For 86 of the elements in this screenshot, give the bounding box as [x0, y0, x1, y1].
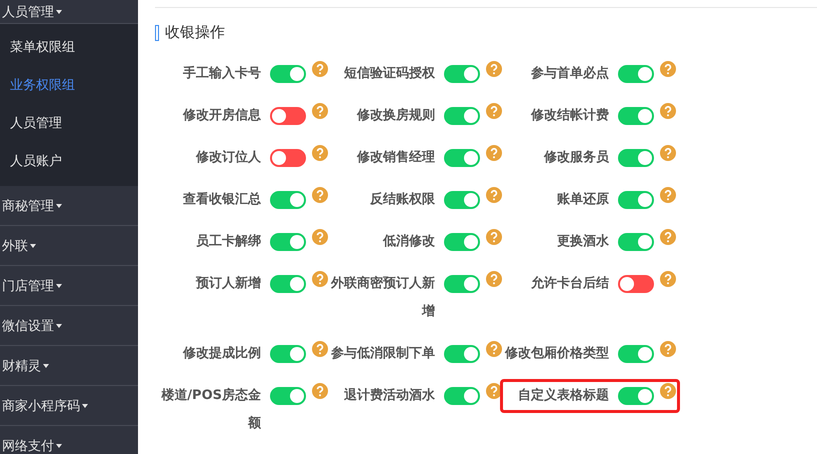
- help-icon[interactable]: [312, 61, 328, 77]
- toggle-switch[interactable]: [618, 387, 654, 405]
- help-icon[interactable]: [312, 103, 328, 119]
- setting-label: 查看收银汇总: [182, 191, 261, 209]
- setting-label: 参与首单必点: [530, 64, 609, 83]
- toggle-switch[interactable]: [444, 345, 480, 363]
- help-icon[interactable]: [312, 145, 328, 161]
- submenu-item[interactable]: 菜单权限组: [0, 28, 138, 66]
- toggle-switch[interactable]: [270, 233, 306, 251]
- setting-label: 手工输入卡号: [182, 64, 261, 83]
- toggle-switch[interactable]: [270, 107, 306, 125]
- setting-label: 短信验证码授权: [343, 65, 435, 83]
- help-icon[interactable]: [486, 187, 502, 203]
- help-icon[interactable]: [660, 61, 676, 77]
- help-icon[interactable]: [312, 383, 328, 399]
- toggle-switch[interactable]: [270, 275, 306, 293]
- setting-label: 退计费活动酒水: [343, 386, 435, 405]
- toggle-switch[interactable]: [444, 387, 480, 405]
- help-icon[interactable]: [486, 103, 502, 119]
- setting-label: 修改销售经理: [356, 149, 435, 167]
- setting-label: 修改订位人: [194, 149, 261, 167]
- setting-label: 修改结帐计费: [530, 107, 609, 125]
- help-icon[interactable]: [486, 383, 502, 399]
- setting-label: 修改服务员: [542, 149, 609, 167]
- toggle-switch[interactable]: [270, 191, 306, 209]
- setting-label: 自定义表格标题: [517, 386, 609, 405]
- setting-label: 楼道/POS房态金额: [160, 386, 261, 433]
- help-icon[interactable]: [312, 341, 328, 357]
- setting-label: 预订人新增: [194, 274, 261, 293]
- toggle-switch[interactable]: [270, 345, 306, 363]
- help-icon[interactable]: [312, 229, 328, 245]
- toggle-switch[interactable]: [270, 149, 306, 167]
- help-icon[interactable]: [312, 187, 328, 203]
- help-icon[interactable]: [660, 187, 676, 203]
- help-icon[interactable]: [660, 383, 676, 399]
- help-icon[interactable]: [486, 341, 502, 357]
- toggle-switch[interactable]: [618, 191, 654, 209]
- setting-label: 修改换房规则: [356, 106, 435, 125]
- setting-label: 修改提成比例: [182, 345, 261, 363]
- setting-label: 员工卡解绑: [195, 233, 261, 251]
- help-icon[interactable]: [660, 103, 676, 119]
- section-marker: [155, 24, 159, 40]
- toggle-switch[interactable]: [444, 65, 480, 83]
- setting-label: 更换酒水: [556, 233, 609, 251]
- toggle-switch[interactable]: [618, 275, 654, 293]
- caret-icon: [56, 444, 62, 448]
- caret-icon: [43, 364, 49, 368]
- caret-icon: [82, 404, 88, 408]
- caret-icon: [30, 244, 36, 248]
- help-icon[interactable]: [486, 145, 502, 161]
- submenu-item[interactable]: 人员管理: [0, 104, 138, 142]
- toggle-switch[interactable]: [270, 387, 306, 405]
- toggle-switch[interactable]: [618, 65, 654, 83]
- toggle-switch[interactable]: [444, 191, 480, 209]
- caret-icon: [56, 204, 62, 208]
- help-icon[interactable]: [486, 61, 502, 77]
- help-icon[interactable]: [660, 271, 676, 287]
- help-icon[interactable]: [312, 271, 328, 287]
- caret-icon: [56, 324, 62, 328]
- setting-label: 外联商密预订人新增: [330, 274, 435, 321]
- caret-icon: [56, 284, 62, 288]
- setting-label: 反结账权限: [369, 191, 435, 209]
- caret-icon: [56, 10, 62, 14]
- setting-label: 参与低消限制下单: [330, 345, 435, 363]
- help-icon[interactable]: [660, 341, 676, 357]
- help-icon[interactable]: [486, 271, 502, 287]
- help-icon[interactable]: [660, 145, 676, 161]
- setting-label: 账单还原: [556, 191, 609, 209]
- setting-label: 低消修改: [382, 233, 435, 251]
- section-title: 收银操作: [165, 23, 225, 42]
- toggle-switch[interactable]: [618, 107, 654, 125]
- toggle-switch[interactable]: [618, 345, 654, 363]
- help-icon[interactable]: [660, 229, 676, 245]
- toggle-switch[interactable]: [270, 65, 306, 83]
- toggle-switch[interactable]: [444, 275, 480, 293]
- setting-label: 允许卡台后结: [530, 274, 609, 293]
- submenu-item[interactable]: 人员账户: [0, 142, 138, 180]
- toggle-switch[interactable]: [444, 233, 480, 251]
- setting-label: 修改包厢价格类型: [504, 345, 609, 363]
- toggle-switch[interactable]: [618, 149, 654, 167]
- toggle-switch[interactable]: [618, 233, 654, 251]
- toggle-switch[interactable]: [444, 149, 480, 167]
- toggle-switch[interactable]: [444, 107, 480, 125]
- setting-label: 修改开房信息: [182, 106, 261, 125]
- submenu-item[interactable]: 业务权限组: [0, 66, 138, 104]
- help-icon[interactable]: [486, 229, 502, 245]
